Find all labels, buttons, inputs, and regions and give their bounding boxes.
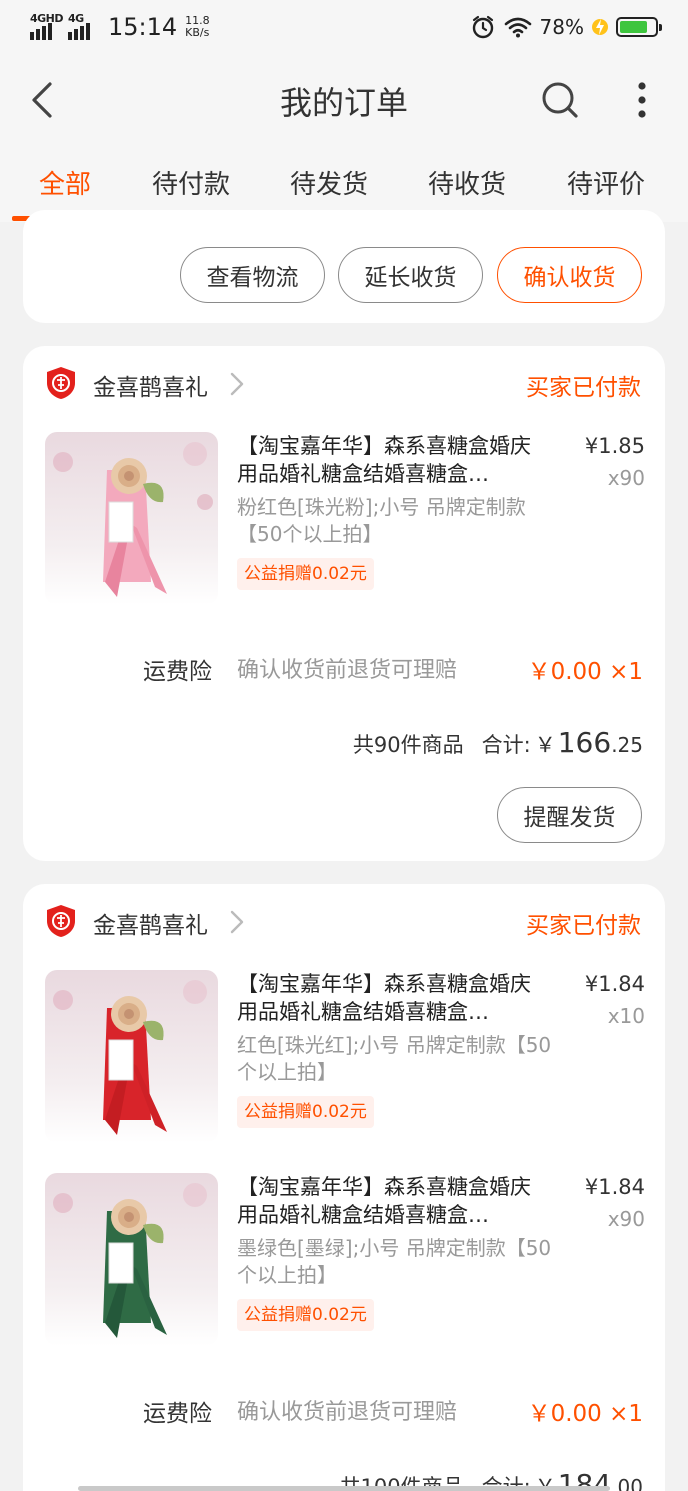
- tab-all[interactable]: 全部: [39, 164, 91, 201]
- orders-screen: 4GHD 4G 15:14 11.8 KB/s 78% 我的订单 全部 待付款 …: [0, 0, 688, 1491]
- shop-logo-icon: [47, 367, 75, 399]
- order-card: 查看物流 延长收货 确认收货: [23, 210, 665, 323]
- confirm-receipt-button[interactable]: 确认收货: [497, 247, 642, 303]
- shipping-insurance-desc: 确认收货前退货可理赔: [237, 658, 458, 683]
- shipping-insurance-label: 运费险: [143, 1401, 212, 1427]
- home-indicator[interactable]: [78, 1486, 610, 1491]
- order-card: 金喜鹊喜礼 买家已付款 【淘宝嘉年华】森系喜糖盒婚庆用品婚礼糖盒结婚喜糖盒… ¥…: [23, 346, 665, 861]
- total-label: 合计:: [481, 733, 531, 757]
- signal-icon: 4G: [68, 12, 98, 40]
- signal-icon: 4GHD: [30, 12, 64, 40]
- shop-row[interactable]: 金喜鹊喜礼 买家已付款: [23, 884, 665, 964]
- shop-name[interactable]: 金喜鹊喜礼: [93, 906, 208, 940]
- product-image[interactable]: [45, 1173, 218, 1346]
- order-item[interactable]: 【淘宝嘉年华】森系喜糖盒婚庆用品婚礼糖盒结婚喜糖盒… ¥1.84 x10 红色[…: [23, 970, 665, 1145]
- battery-fill: [620, 21, 647, 33]
- battery-percent: 78%: [539, 15, 584, 39]
- charging-icon: [592, 19, 608, 35]
- shipping-insurance-row[interactable]: 运费险 确认收货前退货可理赔 ￥0.00 ×1: [23, 648, 665, 688]
- charity-badge: 公益捐赠0.02元: [237, 1096, 374, 1128]
- remind-shipment-button[interactable]: 提醒发货: [497, 787, 642, 843]
- shipping-insurance-row[interactable]: 运费险 确认收货前退货可理赔 ￥0.00 ×1: [23, 1390, 665, 1430]
- order-status: 买家已付款: [526, 375, 641, 401]
- product-quantity: x90: [607, 1207, 645, 1231]
- tab-pending-payment[interactable]: 待付款: [152, 164, 230, 201]
- wifi-icon: [504, 17, 531, 38]
- tab-pending-receipt[interactable]: 待收货: [428, 164, 506, 201]
- product-price: ¥1.85: [584, 434, 645, 458]
- charity-badge: 公益捐赠0.02元: [237, 1299, 374, 1331]
- shop-name[interactable]: 金喜鹊喜礼: [93, 368, 208, 402]
- order-status: 买家已付款: [526, 913, 641, 939]
- product-image[interactable]: [45, 970, 218, 1143]
- order-item[interactable]: 【淘宝嘉年华】森系喜糖盒婚庆用品婚礼糖盒结婚喜糖盒… ¥1.84 x90 墨绿色…: [23, 1173, 665, 1348]
- search-icon[interactable]: [536, 76, 584, 124]
- shipping-insurance-label: 运费险: [143, 659, 212, 685]
- product-quantity: x90: [607, 466, 645, 490]
- product-title[interactable]: 【淘宝嘉年华】森系喜糖盒婚庆用品婚礼糖盒结婚喜糖盒…: [237, 970, 547, 1026]
- page-title: 我的订单: [279, 84, 408, 122]
- status-time: 15:14: [108, 13, 178, 41]
- total-item-count: 共90件商品: [352, 733, 464, 757]
- shop-row[interactable]: 金喜鹊喜礼 买家已付款: [23, 346, 665, 426]
- total-amount-decimal: .00: [611, 1475, 643, 1491]
- tab-pending-review[interactable]: 待评价: [567, 164, 645, 201]
- shipping-insurance-price: ￥0.00 ×1: [527, 1401, 643, 1427]
- product-price: ¥1.84: [584, 972, 645, 996]
- nav-bar: 我的订单: [0, 60, 688, 140]
- product-sku: 粉红色[珠光粉];小号 吊牌定制款【50个以上拍】: [237, 495, 526, 546]
- battery-icon: [616, 17, 662, 37]
- extend-receipt-button[interactable]: 延长收货: [338, 247, 483, 303]
- total-amount-integer: 166: [557, 726, 612, 759]
- shipping-insurance-price: ￥0.00 ×1: [527, 659, 643, 685]
- total-amount-decimal: .25: [611, 733, 643, 757]
- more-vertical-icon[interactable]: [618, 76, 666, 124]
- chevron-right-icon: [230, 910, 244, 934]
- charity-badge: 公益捐赠0.02元: [237, 558, 374, 590]
- order-total: 共90件商品 合计: ￥ 166 .25: [353, 726, 643, 766]
- status-bar-left: 4GHD 4G 15:14 11.8 KB/s: [30, 10, 210, 44]
- order-card: 金喜鹊喜礼 买家已付款 【淘宝嘉年华】森系喜糖盒婚庆用品婚礼糖盒结婚喜糖盒… ¥…: [23, 884, 665, 1491]
- status-bar-right: 78%: [470, 10, 662, 44]
- shipping-insurance-desc: 确认收货前退货可理赔: [237, 1400, 458, 1425]
- view-logistics-button[interactable]: 查看物流: [180, 247, 325, 303]
- shop-logo-icon: [47, 905, 75, 937]
- product-image[interactable]: [45, 432, 218, 605]
- alarm-icon: [472, 15, 493, 39]
- order-item[interactable]: 【淘宝嘉年华】森系喜糖盒婚庆用品婚礼糖盒结婚喜糖盒… ¥1.85 x90 粉红色…: [23, 432, 665, 607]
- status-bar: 4GHD 4G 15:14 11.8 KB/s 78%: [0, 0, 688, 54]
- network-speed-unit: KB/s: [185, 26, 210, 39]
- product-price: ¥1.84: [584, 1175, 645, 1199]
- product-title[interactable]: 【淘宝嘉年华】森系喜糖盒婚庆用品婚礼糖盒结婚喜糖盒…: [237, 432, 547, 488]
- product-quantity: x10: [607, 1004, 645, 1028]
- product-sku: 墨绿色[墨绿];小号 吊牌定制款【50个以上拍】: [237, 1236, 552, 1287]
- tab-pending-shipment[interactable]: 待发货: [290, 164, 368, 201]
- network-speed: 11.8 KB/s: [185, 15, 210, 39]
- product-title[interactable]: 【淘宝嘉年华】森系喜糖盒婚庆用品婚礼糖盒结婚喜糖盒…: [237, 1173, 547, 1229]
- total-currency: ￥: [534, 733, 556, 757]
- product-sku: 红色[珠光红];小号 吊牌定制款【50个以上拍】: [237, 1033, 552, 1084]
- chevron-right-icon: [230, 372, 244, 396]
